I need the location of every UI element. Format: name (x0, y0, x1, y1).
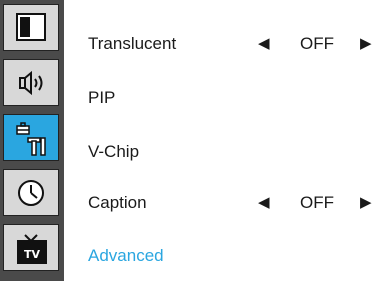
picture-icon (16, 13, 46, 41)
tab-time[interactable] (3, 169, 59, 216)
increase-arrow-icon[interactable]: ▶ (360, 18, 372, 70)
menu-category-sidebar: TV (0, 0, 64, 281)
clock-icon (18, 180, 44, 206)
decrease-arrow-icon[interactable]: ◀ (258, 18, 270, 70)
tab-channel[interactable]: TV (3, 224, 59, 271)
tab-setup[interactable] (3, 114, 59, 161)
menu-item-advanced[interactable]: Advanced (64, 230, 379, 282)
tab-sound[interactable] (3, 59, 59, 106)
setup-menu-list: Translucent ◀ OFF ▶ PIP V-Chip Caption ◀… (64, 0, 379, 281)
menu-item-translucent[interactable]: Translucent ◀ OFF ▶ (64, 18, 379, 70)
menu-item-value: OFF (300, 34, 334, 53)
menu-item-label: Caption (88, 193, 147, 212)
menu-item-vchip[interactable]: V-Chip (64, 126, 379, 178)
menu-item-label: Advanced (88, 246, 164, 265)
setup-tools-icon (16, 122, 46, 156)
menu-item-label: PIP (88, 88, 116, 107)
menu-item-value: OFF (300, 193, 334, 212)
menu-item-label: Translucent (88, 34, 177, 53)
tab-picture[interactable] (3, 4, 59, 51)
sound-icon (19, 70, 43, 96)
osd-setup-menu: TV Translucent ◀ OFF ▶ PIP V-Chip Captio… (0, 0, 379, 281)
menu-item-label: V-Chip (88, 142, 140, 161)
decrease-arrow-icon[interactable]: ◀ (258, 177, 270, 229)
menu-item-caption[interactable]: Caption ◀ OFF ▶ (64, 177, 379, 229)
increase-arrow-icon[interactable]: ▶ (360, 177, 372, 229)
menu-item-pip[interactable]: PIP (64, 72, 379, 124)
tv-icon-text: TV (24, 248, 41, 261)
tv-icon: TV (17, 234, 47, 264)
